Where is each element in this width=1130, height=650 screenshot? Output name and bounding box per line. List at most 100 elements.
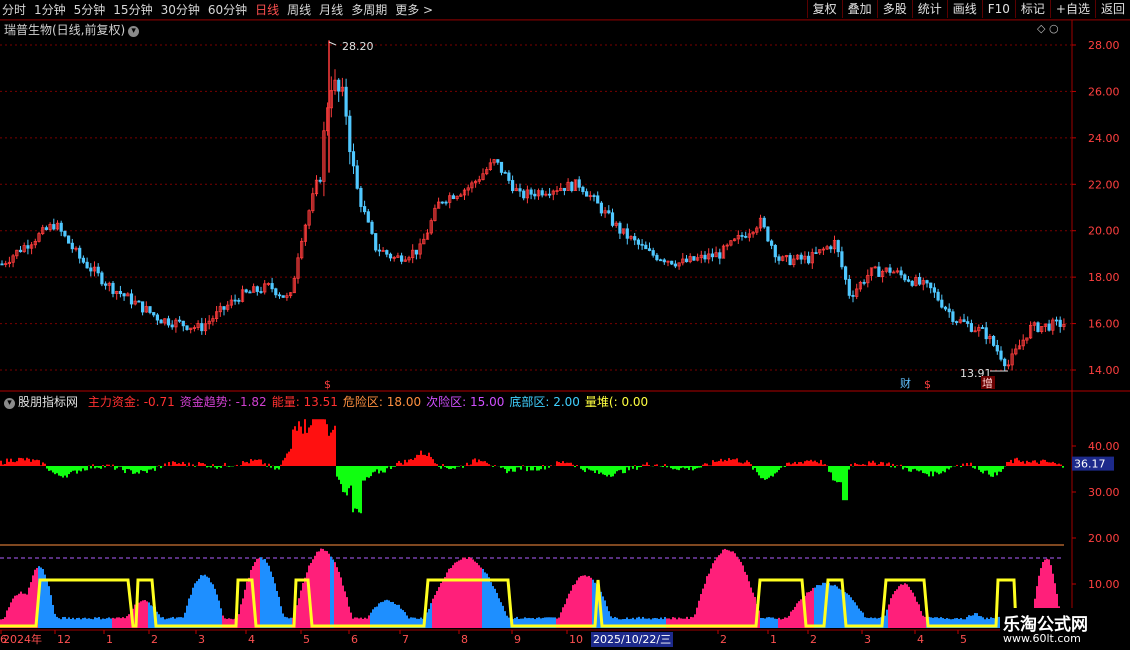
energy-bar — [90, 618, 92, 628]
period-tab-7[interactable]: 周线 — [287, 1, 311, 18]
energy-bar — [740, 561, 742, 628]
energy-bar — [896, 589, 898, 628]
period-tab-0[interactable]: 分时 — [2, 1, 26, 18]
candle-body — [636, 239, 641, 245]
toolbar-button-1[interactable]: 叠加 — [841, 0, 877, 18]
fund-flow-bar — [174, 462, 176, 466]
fund-flow-bar — [160, 466, 162, 469]
fund-flow-bar — [514, 466, 516, 472]
chevron-down-icon[interactable]: ▾ — [4, 398, 15, 409]
candle-body — [89, 267, 93, 272]
energy-bar — [488, 577, 490, 628]
energy-bar — [782, 618, 784, 628]
fund-flow-bar — [108, 464, 110, 466]
toolbar-button-5[interactable]: F10 — [981, 0, 1015, 18]
fund-flow-bar — [1058, 463, 1060, 466]
chevron-down-icon[interactable]: ▾ — [128, 26, 140, 37]
period-tab-4[interactable]: 30分钟 — [161, 1, 200, 18]
toolbar-buttons: 复权 叠加 多股 统计 画线 F10 标记 +自选 返回 — [806, 0, 1130, 19]
fund-flow-bar — [696, 466, 698, 469]
chart-control-icons[interactable]: ◇ ○ — [1037, 22, 1059, 35]
date-label-2: 1 — [106, 633, 113, 646]
fund-flow-bar — [266, 466, 268, 467]
energy-bar — [834, 584, 836, 628]
energy-bar — [462, 557, 464, 628]
energy-bar — [142, 600, 144, 628]
fund-flow-bar — [838, 466, 840, 483]
fund-flow-bar — [854, 462, 856, 466]
period-tab-1[interactable]: 1分钟 — [34, 1, 66, 18]
energy-bar — [490, 582, 492, 628]
energy-bar — [106, 618, 108, 628]
energy-bar — [378, 603, 380, 628]
fund-flow-bar — [760, 466, 762, 479]
energy-bar — [884, 615, 886, 628]
energy-bar — [42, 569, 44, 628]
energy-bar — [796, 603, 798, 628]
fund-flow-bar — [356, 466, 358, 509]
energy-bar — [492, 586, 494, 628]
toolbar-button-4[interactable]: 画线 — [946, 0, 982, 18]
fund-flow-bar — [140, 466, 142, 471]
period-tab-8[interactable]: 月线 — [319, 1, 343, 18]
toolbar-button-2[interactable]: 多股 — [876, 0, 912, 18]
candle-body — [1047, 323, 1051, 331]
date-label-5: 4 — [248, 633, 255, 646]
energy-bar — [82, 618, 84, 628]
energy-bar — [248, 577, 250, 628]
energy-bar — [430, 603, 432, 628]
toolbar-button-0[interactable]: 复权 — [806, 0, 842, 18]
energy-bar — [458, 560, 460, 628]
energy-bar — [578, 577, 580, 628]
period-tab-6[interactable]: 日线 — [255, 1, 279, 18]
candle-body — [281, 295, 285, 298]
chart-canvas[interactable]: 28.00 26.00 24.00 22.00 20.00 18.00 16.00 14.00… — [0, 0, 1130, 650]
fund-flow-bar — [336, 466, 338, 477]
energy-bar — [790, 611, 792, 628]
candle-body — [233, 299, 237, 302]
fund-flow-bar — [466, 462, 468, 466]
fund-flow-bar — [768, 466, 770, 478]
fund-flow-bar — [608, 466, 610, 475]
fund-flow-bar — [452, 466, 454, 469]
toolbar-button-6[interactable]: 标记 — [1014, 0, 1050, 18]
fund-flow-bar — [788, 462, 790, 466]
fund-flow-bar — [1022, 461, 1024, 466]
energy-bar — [86, 618, 88, 628]
toolbar-button-8[interactable]: 返回 — [1094, 0, 1130, 18]
fund-flow-bar — [48, 466, 50, 471]
candle-body — [692, 256, 696, 261]
period-tab-3[interactable]: 15分钟 — [113, 1, 152, 18]
fund-flow-bar — [328, 435, 330, 466]
energy-bar — [852, 600, 854, 628]
fund-flow-bar — [1016, 457, 1018, 466]
candle-body — [577, 179, 581, 188]
period-tab-5[interactable]: 60分钟 — [208, 1, 247, 18]
candle-body — [200, 323, 204, 332]
fund-flow-bar — [550, 465, 552, 466]
period-tab-9[interactable]: 多周期 — [351, 1, 387, 18]
fund-flow-bar — [40, 465, 42, 466]
fund-flow-bar — [508, 466, 510, 472]
fund-flow-bar — [354, 466, 356, 509]
energy-bar — [778, 617, 780, 628]
fund-flow-bar — [978, 466, 980, 470]
toolbar-button-7[interactable]: +自选 — [1049, 0, 1095, 18]
energy-bar — [750, 587, 752, 628]
fund-flow-bar — [344, 466, 346, 493]
fund-flow-bar — [520, 466, 522, 470]
candle-body — [181, 320, 185, 327]
fund-flow-bar — [408, 459, 410, 466]
candle-body — [26, 245, 30, 249]
energy-bar — [246, 581, 248, 628]
fund-flow-bar — [76, 466, 78, 474]
fund-flow-bar — [718, 460, 720, 466]
toolbar-button-3[interactable]: 统计 — [911, 0, 947, 18]
period-tab-10[interactable]: 更多 > — [395, 1, 433, 18]
fund-flow-bar — [324, 419, 326, 466]
fund-flow-bar — [454, 466, 456, 469]
candle-body — [100, 272, 104, 285]
fund-flow-bar — [722, 461, 724, 466]
energy-bar — [730, 551, 732, 628]
period-tab-2[interactable]: 5分钟 — [74, 1, 106, 18]
